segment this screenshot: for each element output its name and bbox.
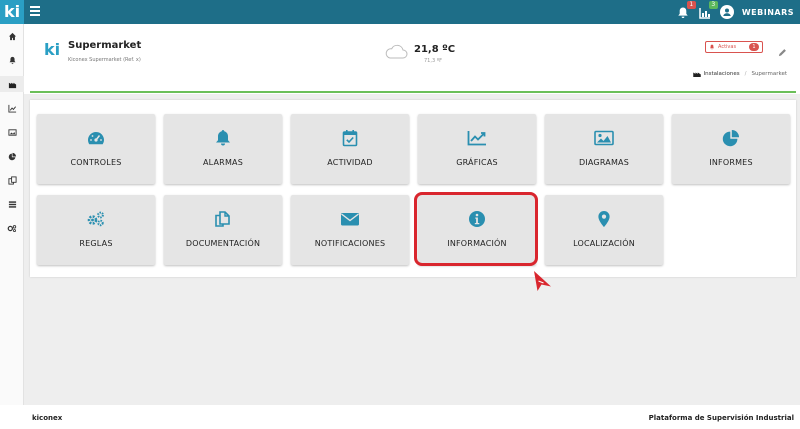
app-logo[interactable]: ki <box>0 0 24 24</box>
alarm-bell-icon <box>710 44 714 50</box>
sidebar-documents-icon[interactable] <box>0 172 24 188</box>
temperature-value: 21,8 ºC <box>414 44 456 55</box>
footer-brand: kiconex <box>32 414 63 422</box>
installation-subtitle: Kiconex Supermarket (Ref. x) <box>68 57 141 63</box>
sidebar-reports-icon[interactable] <box>0 148 24 164</box>
gears-icon <box>86 209 106 229</box>
notifications-badge: 1 <box>686 1 696 9</box>
active-alarms-label: Activas <box>718 44 737 50</box>
breadcrumb-current: Supermarket <box>751 71 787 77</box>
tile-label: DIAGRAMAS <box>578 158 629 167</box>
temperature-secondary: 71,3 ºF <box>424 58 442 64</box>
active-alarms-button[interactable]: Activas 1 <box>705 41 763 53</box>
pie-chart-icon <box>721 128 741 148</box>
tile-diagramas[interactable]: DIAGRAMAS <box>545 114 663 184</box>
breadcrumb: Instalaciones / Supermarket <box>692 71 787 77</box>
tile-reglas[interactable]: REGLAS <box>37 195 155 265</box>
line-chart-icon <box>467 128 487 148</box>
chart-icon[interactable]: 3 <box>698 1 718 19</box>
tile-label: DOCUMENTACIÓN <box>185 239 261 248</box>
sidebar-diagrams-icon[interactable] <box>0 124 24 140</box>
tile-label: LOCALIZACIÓN <box>573 239 635 248</box>
tile-label: NOTIFICACIONES <box>314 239 386 248</box>
breadcrumb-installations-link[interactable]: Instalaciones <box>704 71 740 77</box>
copy-icon <box>213 209 233 229</box>
bell-icon <box>213 128 233 148</box>
sidebar-home-icon[interactable] <box>0 28 24 44</box>
sidebar-installations-icon[interactable] <box>0 76 24 92</box>
active-alarms-count: 1 <box>749 43 759 51</box>
breadcrumb-separator: / <box>744 71 747 77</box>
tile-localizacion[interactable]: LOCALIZACIÓN <box>545 195 663 265</box>
sidebar-list-icon[interactable] <box>0 196 24 212</box>
factory-icon <box>692 72 701 77</box>
envelope-icon <box>340 209 360 229</box>
user-avatar-icon[interactable] <box>719 5 734 19</box>
installation-logo: ki <box>44 40 61 59</box>
map-marker-icon <box>594 209 614 229</box>
tile-documentacion[interactable]: DOCUMENTACIÓN <box>164 195 282 265</box>
image-icon <box>594 128 614 148</box>
pointer-arrow-icon <box>531 269 555 295</box>
sidebar-alarms-icon[interactable] <box>0 52 24 68</box>
footer-tagline: Plataforma de Supervisión Industrial <box>648 414 794 422</box>
top-bar: ki 1 3 WEBINARS <box>0 0 800 24</box>
calendar-check-icon <box>340 128 360 148</box>
highlight-annotation <box>414 192 538 266</box>
cloud-icon <box>384 44 408 60</box>
installation-name: Supermarket <box>68 40 142 51</box>
sidebar <box>0 24 24 405</box>
chart-badge: 3 <box>708 1 718 9</box>
bell-notifications-icon[interactable]: 1 <box>676 1 696 19</box>
edit-pencil-icon[interactable] <box>778 42 787 57</box>
tile-informes[interactable]: INFORMES <box>672 114 790 184</box>
dashboard-icon <box>86 128 106 148</box>
sidebar-charts-icon[interactable] <box>0 100 24 116</box>
tile-actividad[interactable]: ACTIVIDAD <box>291 114 409 184</box>
tile-label: ACTIVIDAD <box>327 158 373 167</box>
tile-alarmas[interactable]: ALARMAS <box>164 114 282 184</box>
tile-label: INFORMES <box>709 158 753 167</box>
tile-controles[interactable]: CONTROLES <box>37 114 155 184</box>
tile-label: REGLAS <box>79 239 113 248</box>
sidebar-settings-icon[interactable] <box>0 220 24 236</box>
header-divider <box>30 91 796 93</box>
tile-graficas[interactable]: GRÁFICAS <box>418 114 536 184</box>
user-name[interactable]: WEBINARS <box>742 8 794 17</box>
tile-label: CONTROLES <box>70 158 122 167</box>
tile-label: ALARMAS <box>203 158 243 167</box>
tile-notificaciones[interactable]: NOTIFICACIONES <box>291 195 409 265</box>
tile-label: GRÁFICAS <box>456 158 498 167</box>
menu-toggle-icon[interactable] <box>30 6 40 18</box>
